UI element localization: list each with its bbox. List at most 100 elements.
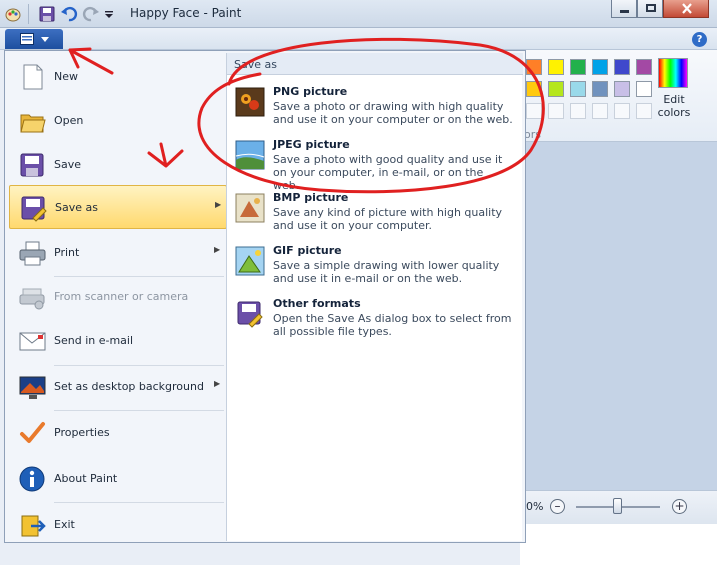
email-icon xyxy=(19,332,46,351)
minimize-icon xyxy=(620,10,629,13)
color-swatch[interactable] xyxy=(548,59,564,75)
info-icon xyxy=(19,466,45,492)
zoom-out-button[interactable]: – xyxy=(550,499,565,514)
desktop-background xyxy=(520,524,717,565)
color-swatch[interactable] xyxy=(614,81,630,97)
chevron-down-icon xyxy=(41,37,49,42)
option-description: Save any kind of picture with high quali… xyxy=(273,206,503,232)
checkmark-icon xyxy=(20,422,45,443)
save-as-option-png-picture[interactable]: PNG picture Save a photo or drawing with … xyxy=(227,85,523,137)
menu-item-about[interactable]: About Paint xyxy=(9,457,227,501)
menu-separator xyxy=(54,276,224,277)
menu-item-properties[interactable]: Properties xyxy=(9,411,227,455)
window-title: Happy Face - Paint xyxy=(130,6,242,20)
scanner-icon xyxy=(19,288,45,310)
option-description: Save a photo with good quality and use i… xyxy=(273,153,503,192)
menu-item-desktop-bg[interactable]: Set as desktop background ▶ xyxy=(9,365,227,409)
menu-item-label: Set as desktop background xyxy=(54,380,204,393)
close-button[interactable] xyxy=(663,0,709,18)
menu-item-new[interactable]: New xyxy=(9,55,227,99)
color-swatch[interactable] xyxy=(592,81,608,97)
option-description: Open the Save As dialog box to select fr… xyxy=(273,312,512,338)
menu-item-email[interactable]: Send in e-mail xyxy=(9,319,227,363)
option-title: GIF picture xyxy=(273,244,342,257)
color-swatch[interactable] xyxy=(526,59,542,75)
empty-color-slot[interactable] xyxy=(548,103,564,119)
empty-color-slot[interactable] xyxy=(636,103,652,119)
menu-item-label: Save as xyxy=(55,201,98,214)
color-swatch[interactable] xyxy=(526,81,542,97)
submenu-arrow-icon: ▶ xyxy=(214,379,221,388)
menu-item-print[interactable]: Print ▶ xyxy=(9,231,227,275)
zoom-level: 0% xyxy=(526,500,544,513)
menu-separator xyxy=(54,502,224,503)
save-icon xyxy=(20,153,44,177)
menu-item-label: Properties xyxy=(54,426,110,439)
color-swatch[interactable] xyxy=(614,59,630,75)
desktop-icon xyxy=(19,376,46,399)
option-title: BMP picture xyxy=(273,191,349,204)
color-swatch[interactable] xyxy=(592,59,608,75)
menu-item-label: From scanner or camera xyxy=(54,290,189,303)
empty-color-slot[interactable] xyxy=(526,103,542,119)
zoom-slider-thumb[interactable] xyxy=(613,498,622,514)
file-menu-button[interactable] xyxy=(5,29,63,49)
title-bar: Happy Face - Paint xyxy=(0,0,717,28)
color-swatch[interactable] xyxy=(570,81,586,97)
color-swatch[interactable] xyxy=(636,81,652,97)
save-as-option-bmp-picture[interactable]: BMP picture Save any kind of picture with… xyxy=(227,191,523,243)
minimize-button[interactable] xyxy=(611,0,637,18)
other-formats-icon xyxy=(237,301,263,328)
png-picture-icon xyxy=(235,87,265,117)
canvas-area[interactable] xyxy=(520,142,717,490)
jpeg-picture-icon xyxy=(235,140,265,170)
menu-item-open[interactable]: Open xyxy=(9,99,227,143)
menu-item-label: About Paint xyxy=(54,472,118,485)
empty-color-slot[interactable] xyxy=(570,103,586,119)
empty-color-slot[interactable] xyxy=(592,103,608,119)
option-description: Save a photo or drawing with high qualit… xyxy=(273,100,513,126)
redo-icon[interactable] xyxy=(82,5,100,23)
color-spectrum-icon xyxy=(658,58,688,88)
save-icon[interactable] xyxy=(38,5,56,23)
menu-item-label: Open xyxy=(54,114,84,127)
edit-colors-button[interactable]: Edit colors xyxy=(654,55,694,125)
paint-app-icon[interactable] xyxy=(4,5,22,23)
menu-item-save-as[interactable]: Save as ▶ xyxy=(9,185,227,229)
option-description: Save a simple drawing with lower quality… xyxy=(273,259,500,285)
menu-item-save[interactable]: Save xyxy=(9,143,227,187)
save-as-icon xyxy=(21,196,47,222)
save-as-option-other-formats[interactable]: Other formats Open the Save As dialog box… xyxy=(227,297,523,349)
customize-dropdown-icon[interactable] xyxy=(104,5,114,23)
zoom-in-button[interactable]: + xyxy=(672,499,687,514)
exit-icon xyxy=(21,515,46,537)
empty-color-slot[interactable] xyxy=(614,103,630,119)
printer-icon xyxy=(19,241,46,266)
menu-item-scanner: From scanner or camera xyxy=(9,275,227,319)
toolbar-divider xyxy=(28,4,29,24)
color-swatch[interactable] xyxy=(548,81,564,97)
menu-item-exit[interactable]: Exit xyxy=(9,503,227,547)
color-swatch[interactable] xyxy=(570,59,586,75)
menu-separator xyxy=(54,365,224,366)
submenu-arrow-icon: ▶ xyxy=(215,200,222,209)
save-as-option-gif-picture[interactable]: GIF picture Save a simple drawing with lo… xyxy=(227,244,523,296)
file-menu-commands: New Open Save Save as ▶ Print ▶ From scanner or… xyxy=(9,54,227,541)
edit-colors-label: Edit colors xyxy=(657,93,691,119)
close-icon xyxy=(682,3,692,14)
gif-picture-icon xyxy=(235,246,265,276)
help-icon[interactable]: ? xyxy=(692,32,707,47)
ribbon-tab-strip xyxy=(0,28,717,50)
maximize-button[interactable] xyxy=(637,0,663,18)
menu-separator xyxy=(54,410,224,411)
menu-item-label: Exit xyxy=(54,518,75,531)
file-menu-icon xyxy=(20,33,34,45)
menu-item-label: Print xyxy=(54,246,80,259)
menu-item-label: Save xyxy=(54,158,82,171)
save-as-option-jpeg-picture[interactable]: JPEG picture Save a photo with good quali… xyxy=(227,138,523,192)
menu-item-label: Send in e-mail xyxy=(54,334,134,347)
undo-icon[interactable] xyxy=(60,5,78,23)
option-title: Other formats xyxy=(273,297,361,310)
new-file-icon xyxy=(23,64,43,90)
color-swatch[interactable] xyxy=(636,59,652,75)
